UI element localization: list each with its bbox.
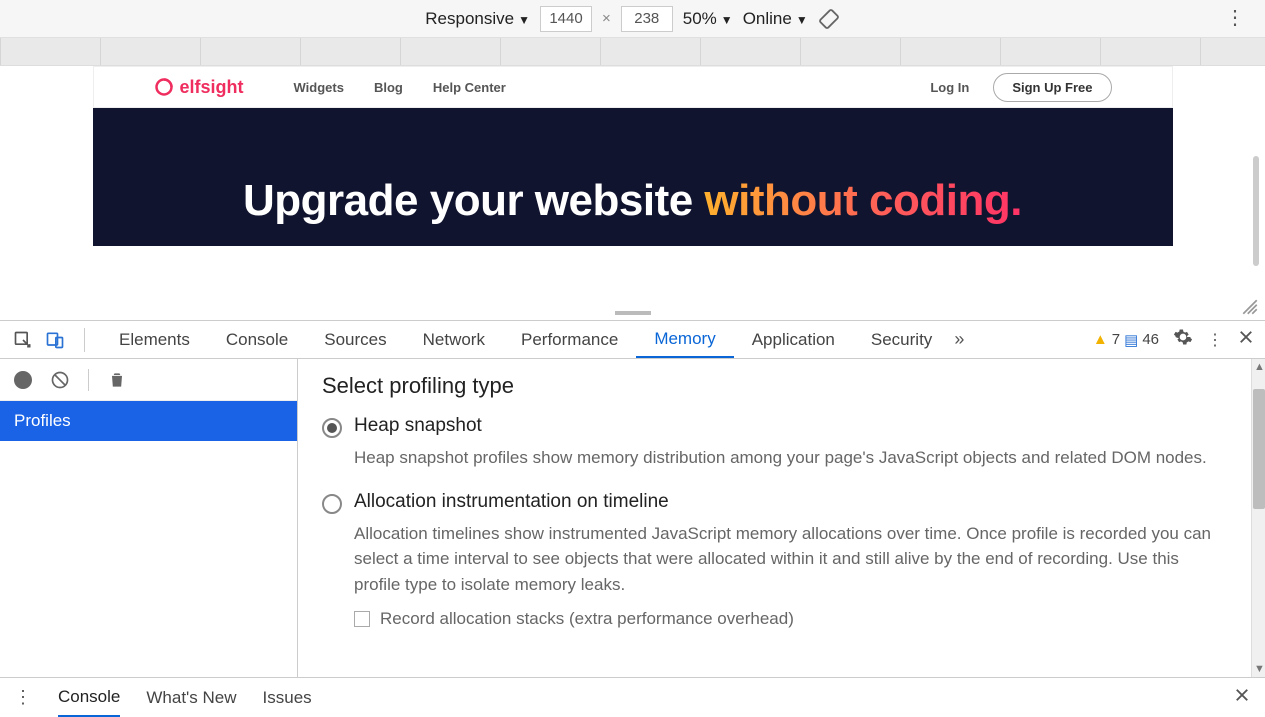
warnings-count: 7 xyxy=(1112,331,1120,348)
warnings-badge[interactable]: ▲ 7 ▤ 46 xyxy=(1093,331,1159,349)
site-header: elfsight Widgets Blog Help Center Log In… xyxy=(93,66,1173,108)
hero-banner: Upgrade your website without coding. xyxy=(93,108,1173,246)
hero-heading: Upgrade your website without coding. xyxy=(243,176,1022,226)
hero-text-b: without coding. xyxy=(704,176,1022,225)
inspect-element-icon[interactable] xyxy=(10,327,36,353)
nav-blog[interactable]: Blog xyxy=(374,80,403,95)
record-icon[interactable] xyxy=(14,371,32,389)
memory-content: Select profiling type Heap snapshot Heap… xyxy=(298,359,1251,677)
hero-text-a: Upgrade your website xyxy=(243,176,704,225)
profiling-heading: Select profiling type xyxy=(322,373,1227,399)
dimension-x-icon: × xyxy=(602,10,611,27)
clear-icon[interactable] xyxy=(50,370,70,390)
record-allocation-stacks-checkbox[interactable]: Record allocation stacks (extra performa… xyxy=(354,609,1227,629)
signup-button[interactable]: Sign Up Free xyxy=(993,73,1111,102)
ruler xyxy=(0,38,1265,66)
drawer-menu-icon[interactable]: ⋮ xyxy=(14,687,32,708)
messages-count: 46 xyxy=(1142,331,1159,348)
chevron-down-icon: ▼ xyxy=(518,13,530,27)
zoom-label: 50% xyxy=(683,9,717,29)
site-logo[interactable]: elfsight xyxy=(154,77,244,98)
rendered-page: elfsight Widgets Blog Help Center Log In… xyxy=(0,66,1265,306)
trash-icon[interactable] xyxy=(107,370,127,390)
splitter-handle[interactable] xyxy=(0,306,1265,320)
chevron-down-icon: ▼ xyxy=(796,13,808,27)
device-toolbar-menu-icon[interactable]: ⋮ xyxy=(1225,7,1245,29)
drawer-close-icon[interactable] xyxy=(1233,686,1251,710)
drawer-tab-issues[interactable]: Issues xyxy=(263,678,312,717)
rotate-icon[interactable] xyxy=(813,3,844,34)
settings-gear-icon[interactable] xyxy=(1173,327,1193,352)
tab-memory[interactable]: Memory xyxy=(636,321,733,358)
memory-toolbar xyxy=(0,359,297,401)
option-heap-snapshot[interactable]: Heap snapshot Heap snapshot profiles sho… xyxy=(322,415,1227,471)
tab-security[interactable]: Security xyxy=(853,321,950,358)
toggle-device-icon[interactable] xyxy=(42,327,68,353)
scroll-up-icon[interactable]: ▲ xyxy=(1254,361,1265,373)
opt1-desc: Heap snapshot profiles show memory distr… xyxy=(354,445,1207,471)
throttling-label: Online xyxy=(743,9,792,29)
scrollbar-thumb[interactable] xyxy=(1253,389,1265,509)
nav-widgets[interactable]: Widgets xyxy=(294,80,344,95)
memory-sidebar: Profiles xyxy=(0,359,298,677)
devtools-tabbar: Elements Console Sources Network Perform… xyxy=(0,321,1265,359)
nav-help[interactable]: Help Center xyxy=(433,80,506,95)
scroll-down-icon[interactable]: ▼ xyxy=(1254,663,1265,675)
resize-grip-icon[interactable] xyxy=(1241,298,1259,316)
throttling-dropdown[interactable]: Online ▼ xyxy=(743,9,808,29)
sidebar-item-profiles[interactable]: Profiles xyxy=(0,401,297,441)
drawer-tab-console[interactable]: Console xyxy=(58,678,120,717)
opt2-check-label: Record allocation stacks (extra performa… xyxy=(380,609,794,629)
logo-icon xyxy=(154,77,174,97)
radio-icon[interactable] xyxy=(322,494,342,514)
message-icon: ▤ xyxy=(1124,331,1138,349)
opt2-desc: Allocation timelines show instrumented J… xyxy=(354,521,1227,598)
content-scrollbar[interactable]: ▲ ▼ xyxy=(1251,359,1265,677)
radio-selected-icon[interactable] xyxy=(322,418,342,438)
close-devtools-icon[interactable] xyxy=(1237,328,1255,351)
warning-icon: ▲ xyxy=(1093,331,1108,348)
device-toolbar: Responsive ▼ × 50% ▼ Online ▼ ⋮ xyxy=(0,0,1265,38)
tab-network[interactable]: Network xyxy=(405,321,503,358)
drawer-tab-whatsnew[interactable]: What's New xyxy=(146,678,236,717)
devtools-menu-icon[interactable]: ⋮ xyxy=(1207,330,1223,350)
option-allocation-timeline[interactable]: Allocation instrumentation on timeline A… xyxy=(322,491,1227,598)
checkbox-icon[interactable] xyxy=(354,611,370,627)
tab-console[interactable]: Console xyxy=(208,321,306,358)
chevron-down-icon: ▼ xyxy=(721,13,733,27)
tab-performance[interactable]: Performance xyxy=(503,321,636,358)
viewport-height-input[interactable] xyxy=(621,6,673,32)
tab-sources[interactable]: Sources xyxy=(306,321,404,358)
brand-text: elfsight xyxy=(180,77,244,98)
drawer: ⋮ Console What's New Issues xyxy=(0,677,1265,717)
viewport-scrollbar[interactable] xyxy=(1253,156,1259,266)
opt1-title: Heap snapshot xyxy=(354,415,1207,437)
device-mode-label: Responsive xyxy=(425,9,514,29)
tab-application[interactable]: Application xyxy=(734,321,853,358)
login-link[interactable]: Log In xyxy=(930,80,969,95)
tab-elements[interactable]: Elements xyxy=(101,321,208,358)
more-tabs-icon[interactable]: » xyxy=(954,329,964,350)
opt2-title: Allocation instrumentation on timeline xyxy=(354,491,1227,513)
zoom-dropdown[interactable]: 50% ▼ xyxy=(683,9,733,29)
viewport-width-input[interactable] xyxy=(540,6,592,32)
device-mode-dropdown[interactable]: Responsive ▼ xyxy=(425,9,530,29)
